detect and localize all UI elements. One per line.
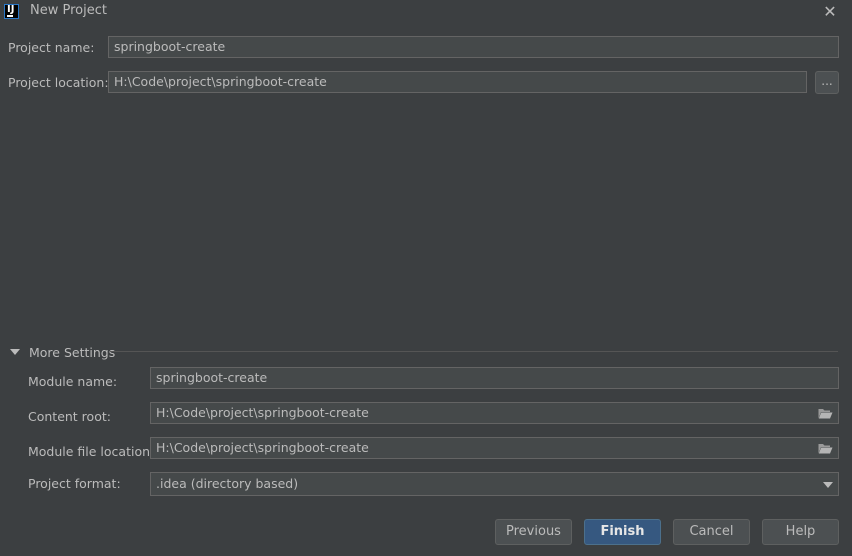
close-icon[interactable]: ✕: [820, 2, 840, 22]
intellij-idea-icon: IJ: [4, 4, 19, 19]
content-root-label: Content root:: [28, 409, 111, 424]
folder-open-icon[interactable]: [818, 443, 833, 454]
more-settings-toggle[interactable]: More Settings: [10, 344, 115, 360]
browse-button[interactable]: ...: [815, 71, 839, 94]
section-divider: [110, 351, 838, 352]
cancel-button[interactable]: Cancel: [673, 519, 750, 545]
module-name-input[interactable]: springboot-create: [150, 367, 839, 389]
module-file-location-input[interactable]: H:\Code\project\springboot-create: [150, 437, 839, 459]
new-project-dialog: IJ New Project ✕ Project name: springboo…: [0, 0, 852, 556]
help-button[interactable]: Help: [762, 519, 839, 545]
project-location-input[interactable]: H:\Code\project\springboot-create: [108, 71, 807, 93]
expand-triangle-icon: [10, 349, 20, 355]
module-name-label: Module name:: [28, 374, 118, 389]
more-settings-header: More Settings: [29, 344, 116, 360]
previous-button[interactable]: Previous: [495, 519, 572, 545]
module-file-location-label: Module file location:: [28, 444, 155, 459]
project-location-label: Project location:: [8, 75, 109, 90]
project-format-select[interactable]: .idea (directory based): [150, 472, 839, 496]
project-name-input[interactable]: springboot-create: [108, 36, 839, 58]
content-root-input[interactable]: H:\Code\project\springboot-create: [150, 402, 839, 424]
window-title: New Project: [30, 3, 107, 18]
project-name-label: Project name:: [8, 40, 95, 55]
project-format-label: Project format:: [28, 476, 121, 491]
chevron-down-icon[interactable]: [823, 482, 833, 488]
folder-open-icon[interactable]: [818, 408, 833, 419]
title-bar: IJ New Project ✕: [0, 0, 852, 24]
finish-button[interactable]: Finish: [584, 519, 661, 545]
